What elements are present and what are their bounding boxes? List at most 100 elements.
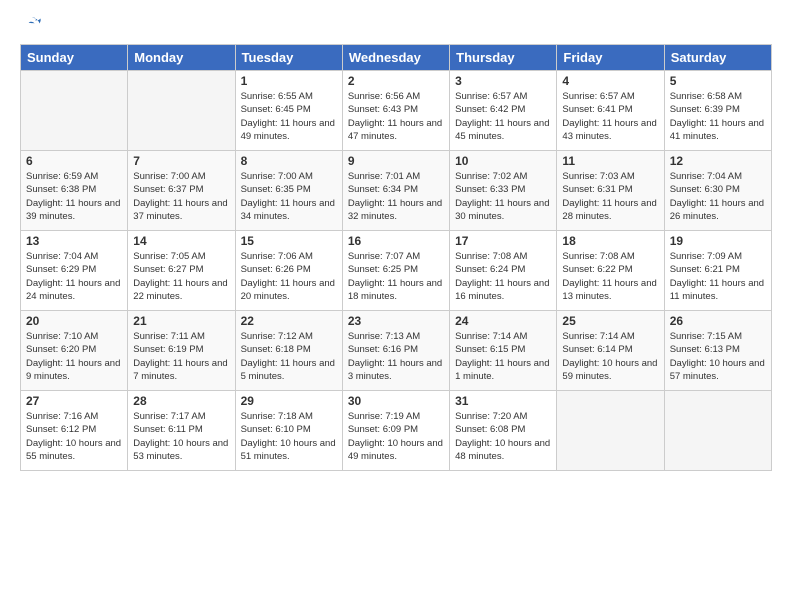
day-info: Sunrise: 7:06 AM Sunset: 6:26 PM Dayligh… xyxy=(241,250,337,303)
header xyxy=(20,16,772,36)
day-number: 6 xyxy=(26,154,122,168)
day-info: Sunrise: 6:58 AM Sunset: 6:39 PM Dayligh… xyxy=(670,90,766,143)
day-number: 13 xyxy=(26,234,122,248)
week-row-4: 20Sunrise: 7:10 AM Sunset: 6:20 PM Dayli… xyxy=(21,311,772,391)
calendar-cell: 2Sunrise: 6:56 AM Sunset: 6:43 PM Daylig… xyxy=(342,71,449,151)
day-info: Sunrise: 7:01 AM Sunset: 6:34 PM Dayligh… xyxy=(348,170,444,223)
calendar-cell: 26 Sunrise: 7:15 AM Sunset: 6:13 PM Dayli… xyxy=(664,311,771,391)
day-number: 31 xyxy=(455,394,551,408)
day-number: 5 xyxy=(670,74,766,88)
calendar-cell: 17 Sunrise: 7:08 AM Sunset: 6:24 PM Dayli… xyxy=(450,231,557,311)
calendar-cell: 25 Sunrise: 7:14 AM Sunset: 6:14 PM Dayli… xyxy=(557,311,664,391)
day-info: Sunrise: 7:08 AM Sunset: 6:22 PM Dayligh… xyxy=(562,250,658,303)
day-number: 20 xyxy=(26,314,122,328)
calendar-cell: 29 Sunrise: 7:18 AM Sunset: 6:10 PM Dayli… xyxy=(235,391,342,471)
day-info: Sunrise: 7:04 AM Sunset: 6:29 PM Dayligh… xyxy=(26,250,122,303)
weekday-header-sunday: Sunday xyxy=(21,45,128,71)
day-info: Sunrise: 7:11 AM Sunset: 6:19 PM Dayligh… xyxy=(133,330,229,383)
day-info: Sunrise: 7:09 AM Sunset: 6:21 PM Dayligh… xyxy=(670,250,766,303)
day-info: Sunrise: 7:15 AM Sunset: 6:13 PM Dayligh… xyxy=(670,330,766,383)
calendar-cell: 19 Sunrise: 7:09 AM Sunset: 6:21 PM Dayli… xyxy=(664,231,771,311)
day-info: Sunrise: 7:16 AM Sunset: 6:12 PM Dayligh… xyxy=(26,410,122,463)
calendar-cell: 20Sunrise: 7:10 AM Sunset: 6:20 PM Dayli… xyxy=(21,311,128,391)
calendar-cell xyxy=(664,391,771,471)
calendar-cell: 21 Sunrise: 7:11 AM Sunset: 6:19 PM Dayli… xyxy=(128,311,235,391)
day-info: Sunrise: 7:14 AM Sunset: 6:14 PM Dayligh… xyxy=(562,330,658,383)
calendar-cell: 6 Sunrise: 6:59 AM Sunset: 6:38 PM Daylig… xyxy=(21,151,128,231)
calendar-cell: 10Sunrise: 7:02 AM Sunset: 6:33 PM Dayli… xyxy=(450,151,557,231)
day-info: Sunrise: 7:17 AM Sunset: 6:11 PM Dayligh… xyxy=(133,410,229,463)
day-info: Sunrise: 7:03 AM Sunset: 6:31 PM Dayligh… xyxy=(562,170,658,223)
day-number: 3 xyxy=(455,74,551,88)
calendar-cell: 31 Sunrise: 7:20 AM Sunset: 6:08 PM Dayli… xyxy=(450,391,557,471)
weekday-header-wednesday: Wednesday xyxy=(342,45,449,71)
day-number: 19 xyxy=(670,234,766,248)
day-info: Sunrise: 7:18 AM Sunset: 6:10 PM Dayligh… xyxy=(241,410,337,463)
week-row-1: 1 Sunrise: 6:55 AM Sunset: 6:45 PM Daylig… xyxy=(21,71,772,151)
calendar-cell: 15 Sunrise: 7:06 AM Sunset: 6:26 PM Dayli… xyxy=(235,231,342,311)
day-number: 10 xyxy=(455,154,551,168)
weekday-header-friday: Friday xyxy=(557,45,664,71)
day-info: Sunrise: 6:56 AM Sunset: 6:43 PM Dayligh… xyxy=(348,90,444,143)
calendar-cell: 16 Sunrise: 7:07 AM Sunset: 6:25 PM Dayli… xyxy=(342,231,449,311)
day-number: 18 xyxy=(562,234,658,248)
calendar-cell: 8 Sunrise: 7:00 AM Sunset: 6:35 PM Daylig… xyxy=(235,151,342,231)
weekday-header-row: SundayMondayTuesdayWednesdayThursdayFrid… xyxy=(21,45,772,71)
day-number: 22 xyxy=(241,314,337,328)
day-info: Sunrise: 6:59 AM Sunset: 6:38 PM Dayligh… xyxy=(26,170,122,223)
day-info: Sunrise: 7:00 AM Sunset: 6:37 PM Dayligh… xyxy=(133,170,229,223)
logo-bird-icon xyxy=(22,16,42,36)
day-number: 15 xyxy=(241,234,337,248)
calendar-cell: 14Sunrise: 7:05 AM Sunset: 6:27 PM Dayli… xyxy=(128,231,235,311)
week-row-2: 6 Sunrise: 6:59 AM Sunset: 6:38 PM Daylig… xyxy=(21,151,772,231)
calendar-cell: 22 Sunrise: 7:12 AM Sunset: 6:18 PM Dayli… xyxy=(235,311,342,391)
calendar-cell: 7 Sunrise: 7:00 AM Sunset: 6:37 PM Daylig… xyxy=(128,151,235,231)
calendar-cell: 28Sunrise: 7:17 AM Sunset: 6:11 PM Dayli… xyxy=(128,391,235,471)
calendar-table: SundayMondayTuesdayWednesdayThursdayFrid… xyxy=(20,44,772,471)
day-number: 21 xyxy=(133,314,229,328)
day-number: 23 xyxy=(348,314,444,328)
day-number: 14 xyxy=(133,234,229,248)
calendar-cell: 11 Sunrise: 7:03 AM Sunset: 6:31 PM Dayli… xyxy=(557,151,664,231)
calendar-cell: 18 Sunrise: 7:08 AM Sunset: 6:22 PM Dayli… xyxy=(557,231,664,311)
day-number: 9 xyxy=(348,154,444,168)
week-row-3: 13 Sunrise: 7:04 AM Sunset: 6:29 PM Dayli… xyxy=(21,231,772,311)
day-number: 25 xyxy=(562,314,658,328)
day-info: Sunrise: 7:00 AM Sunset: 6:35 PM Dayligh… xyxy=(241,170,337,223)
day-info: Sunrise: 7:04 AM Sunset: 6:30 PM Dayligh… xyxy=(670,170,766,223)
calendar-cell: 23 Sunrise: 7:13 AM Sunset: 6:16 PM Dayli… xyxy=(342,311,449,391)
day-number: 29 xyxy=(241,394,337,408)
calendar-cell xyxy=(21,71,128,151)
day-info: Sunrise: 7:12 AM Sunset: 6:18 PM Dayligh… xyxy=(241,330,337,383)
day-number: 11 xyxy=(562,154,658,168)
day-number: 12 xyxy=(670,154,766,168)
weekday-header-tuesday: Tuesday xyxy=(235,45,342,71)
day-number: 1 xyxy=(241,74,337,88)
day-info: Sunrise: 6:55 AM Sunset: 6:45 PM Dayligh… xyxy=(241,90,337,143)
calendar-cell: 30 Sunrise: 7:19 AM Sunset: 6:09 PM Dayli… xyxy=(342,391,449,471)
weekday-header-thursday: Thursday xyxy=(450,45,557,71)
day-number: 17 xyxy=(455,234,551,248)
calendar-cell: 24Sunrise: 7:14 AM Sunset: 6:15 PM Dayli… xyxy=(450,311,557,391)
day-number: 26 xyxy=(670,314,766,328)
calendar-cell xyxy=(557,391,664,471)
day-info: Sunrise: 7:13 AM Sunset: 6:16 PM Dayligh… xyxy=(348,330,444,383)
weekday-header-saturday: Saturday xyxy=(664,45,771,71)
day-number: 7 xyxy=(133,154,229,168)
day-info: Sunrise: 7:07 AM Sunset: 6:25 PM Dayligh… xyxy=(348,250,444,303)
day-number: 30 xyxy=(348,394,444,408)
day-number: 24 xyxy=(455,314,551,328)
day-number: 16 xyxy=(348,234,444,248)
calendar-cell: 13 Sunrise: 7:04 AM Sunset: 6:29 PM Dayli… xyxy=(21,231,128,311)
day-info: Sunrise: 7:19 AM Sunset: 6:09 PM Dayligh… xyxy=(348,410,444,463)
calendar-cell xyxy=(128,71,235,151)
day-number: 4 xyxy=(562,74,658,88)
calendar-cell: 1 Sunrise: 6:55 AM Sunset: 6:45 PM Daylig… xyxy=(235,71,342,151)
day-info: Sunrise: 7:20 AM Sunset: 6:08 PM Dayligh… xyxy=(455,410,551,463)
calendar-cell: 9 Sunrise: 7:01 AM Sunset: 6:34 PM Daylig… xyxy=(342,151,449,231)
logo xyxy=(20,16,42,36)
day-info: Sunrise: 7:08 AM Sunset: 6:24 PM Dayligh… xyxy=(455,250,551,303)
day-info: Sunrise: 6:57 AM Sunset: 6:42 PM Dayligh… xyxy=(455,90,551,143)
day-number: 8 xyxy=(241,154,337,168)
week-row-5: 27Sunrise: 7:16 AM Sunset: 6:12 PM Dayli… xyxy=(21,391,772,471)
